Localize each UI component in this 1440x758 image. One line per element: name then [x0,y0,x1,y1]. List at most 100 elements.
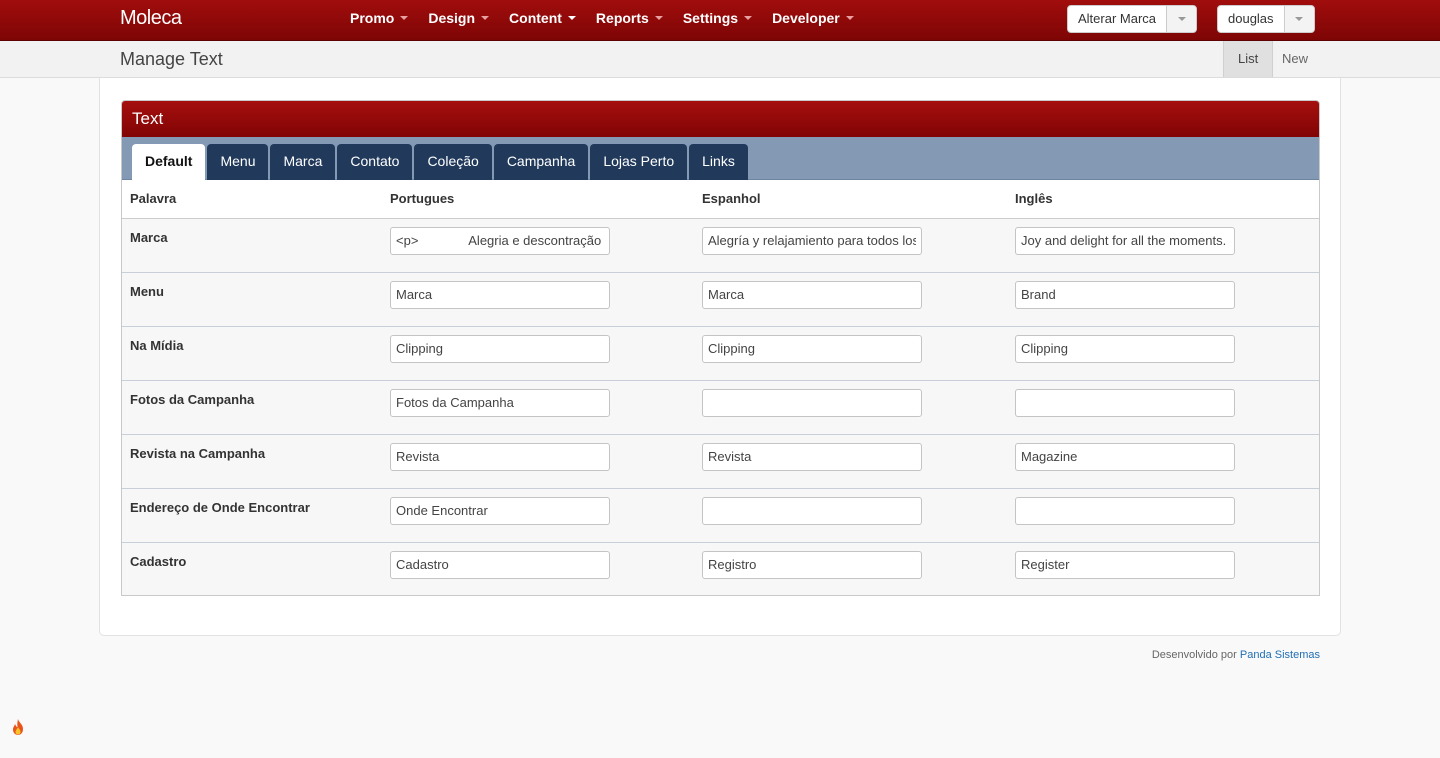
new-button[interactable]: New [1268,41,1322,77]
nav-item-developer[interactable]: Developer [762,0,864,41]
tab-campanha[interactable]: Campanha [493,144,589,180]
nav-item-label: Content [509,10,562,26]
column-header-word: Palavra [122,180,382,219]
footer-link[interactable]: Panda Sistemas [1240,649,1320,661]
table-row: Fotos da Campanha [122,380,1319,435]
table-header-row: Palavra Portugues Espanhol Inglês [122,180,1319,219]
table-row: Cadastro [122,542,1319,595]
footer-prefix: Desenvolvido por [1151,649,1237,661]
table-row: Revista na Campanha [122,434,1319,489]
espanhol-cell [694,272,1007,327]
word-cell: Na Mídia [122,326,382,381]
nav-item-label: Developer [772,10,840,26]
footer: Desenvolvido por Panda Sistemas [1152,649,1320,661]
ingles-input[interactable] [1015,550,1235,579]
espanhol-input[interactable] [702,334,922,363]
brand-switch-dropdown[interactable] [1167,6,1197,32]
portugues-cell [382,272,694,327]
espanhol-input[interactable] [702,226,922,255]
column-header-portugues: Portugues [382,180,694,219]
tab-contato[interactable]: Contato [337,144,413,180]
table-row: Menu [122,272,1319,327]
ingles-cell [1007,542,1319,595]
espanhol-input[interactable] [702,550,922,579]
ingles-input[interactable] [1015,442,1235,471]
espanhol-input[interactable] [702,280,922,309]
language-tabs: Default Menu Marca Contato Coleção Campa… [122,137,1319,181]
tab-marca[interactable]: Marca [270,144,336,180]
portugues-input[interactable] [390,442,610,471]
nav-item-design[interactable]: Design [418,0,499,41]
column-header-ingles: Inglês [1007,180,1319,219]
tab-colecao[interactable]: Coleção [414,144,492,180]
portugues-cell [382,488,694,543]
tab-default[interactable]: Default [132,144,206,181]
ingles-cell [1007,488,1319,543]
tab-links[interactable]: Links [689,144,748,180]
espanhol-cell [694,326,1007,381]
chevron-down-icon [400,16,409,21]
word-cell: Menu [122,272,382,327]
column-header-espanhol: Espanhol [694,180,1007,219]
ingles-input[interactable] [1015,496,1235,525]
nav-item-label: Settings [682,10,739,26]
chevron-down-icon [654,16,663,21]
ingles-input[interactable] [1015,334,1235,363]
espanhol-cell [694,218,1007,273]
tab-lojas-perto[interactable]: Lojas Perto [590,144,688,180]
espanhol-input[interactable] [702,496,922,525]
nav-item-settings[interactable]: Settings [673,0,762,41]
word-cell: Fotos da Campanha [122,380,382,435]
portugues-input[interactable] [390,388,610,417]
chevron-down-icon [1177,17,1186,21]
espanhol-input[interactable] [702,442,922,471]
word-cell: Endereço de Onde Encontrar [122,488,382,543]
portugues-cell [382,218,694,273]
ingles-input[interactable] [1015,226,1235,255]
ingles-cell [1007,326,1319,381]
portugues-input[interactable] [390,550,610,579]
main-container: Text Default Menu Marca Contato Coleção … [99,78,1341,636]
brand-logo[interactable]: Moleca [120,7,182,30]
user-menu-dropdown[interactable] [1284,6,1314,32]
brand-switch-label[interactable]: Alterar Marca [1068,6,1168,32]
ingles-cell [1007,434,1319,489]
word-cell: Cadastro [122,542,382,595]
espanhol-input[interactable] [702,388,922,417]
user-menu-label[interactable]: douglas [1218,6,1285,32]
ingles-input[interactable] [1015,280,1235,309]
portugues-input[interactable] [390,496,610,525]
sub-header: Manage Text List New [0,41,1440,78]
word-cell: Marca [122,218,382,273]
nav-item-label: Design [428,10,476,26]
ingles-input[interactable] [1015,388,1235,417]
chevron-down-icon [567,16,576,21]
list-button[interactable]: List [1223,41,1274,77]
nav-item-content[interactable]: Content [499,0,586,41]
chevron-down-icon [481,16,490,21]
user-menu-button: douglas [1217,5,1315,33]
nav-item-promo[interactable]: Promo [340,0,418,41]
chevron-down-icon [845,16,854,21]
flame-icon[interactable] [10,718,26,736]
table-row: Na Mídia [122,326,1319,381]
portugues-cell [382,326,694,381]
nav-item-label: Reports [595,10,649,26]
portugues-cell [382,542,694,595]
nav-item-label: Promo [350,10,395,26]
ingles-cell [1007,380,1319,435]
portugues-input[interactable] [390,280,610,309]
tab-menu[interactable]: Menu [207,144,269,180]
portugues-input[interactable] [390,226,610,255]
word-cell: Revista na Campanha [122,434,382,489]
brand-switch-button: Alterar Marca [1067,5,1198,33]
table-row: Marca [122,218,1319,273]
portugues-input[interactable] [390,334,610,363]
portugues-cell [382,380,694,435]
table-row: Endereço de Onde Encontrar [122,488,1319,543]
nav-item-reports[interactable]: Reports [586,0,673,41]
panel-title: Text [122,101,1319,137]
page-title: Manage Text [120,49,223,69]
top-navbar: Moleca Promo Design Content Reports Sett… [0,0,1440,41]
text-table: Palavra Portugues Espanhol Inglês Marca … [122,180,1319,595]
